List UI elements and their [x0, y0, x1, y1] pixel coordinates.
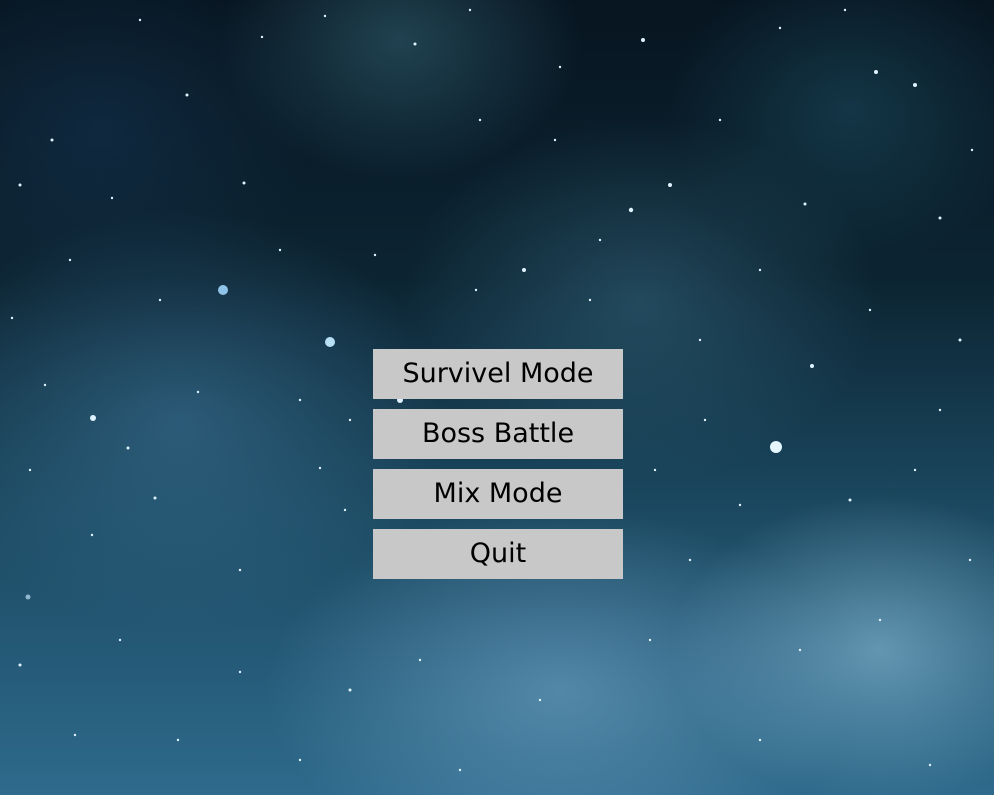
main-menu: Survivel Mode Boss Battle Mix Mode Quit — [373, 349, 623, 589]
boss-battle-label: Boss Battle — [421, 418, 575, 449]
quit-button[interactable]: Quit — [373, 529, 623, 579]
boss-battle-button[interactable]: Boss Battle — [373, 409, 623, 459]
survival-mode-label: Survivel Mode — [402, 358, 594, 389]
quit-label: Quit — [469, 538, 527, 569]
survival-mode-button[interactable]: Survivel Mode — [373, 349, 623, 399]
mix-mode-button[interactable]: Mix Mode — [373, 469, 623, 519]
mix-mode-label: Mix Mode — [433, 478, 563, 509]
main-menu-screen: { "menu": { "buttons": [ {"label": "Surv… — [0, 0, 994, 795]
